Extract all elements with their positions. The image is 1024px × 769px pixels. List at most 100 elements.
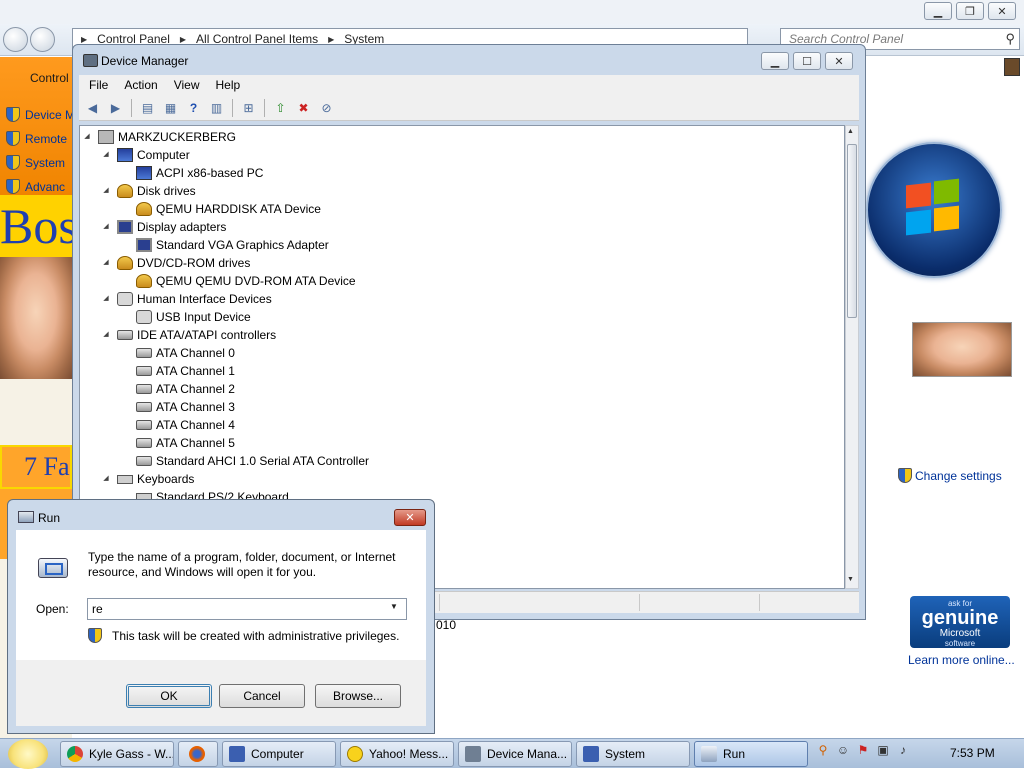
dm-vertical-scrollbar[interactable]: ▲ ▼ xyxy=(845,125,859,589)
dm-minimize-button[interactable]: ▁ xyxy=(761,52,789,70)
action-pane-icon[interactable]: ▥ xyxy=(207,99,226,117)
tree-expander-icon[interactable]: ◢ xyxy=(101,222,111,230)
search-icon[interactable]: ⚲ xyxy=(816,743,830,757)
partial-date-text: 010 xyxy=(436,618,457,632)
dm-close-button[interactable]: ✕ xyxy=(825,52,853,70)
change-settings-link[interactable]: Change settings xyxy=(898,468,1002,483)
tree-category[interactable]: DVD/CD-ROM drives xyxy=(117,254,250,272)
monitor-icon xyxy=(117,220,133,234)
task-chrome[interactable]: Kyle Gass - W... xyxy=(60,741,174,767)
tree-device[interactable]: USB Input Device xyxy=(136,308,251,326)
task-yahoo-label: Yahoo! Mess... xyxy=(369,747,449,761)
scan-hardware-icon[interactable]: ⊞ xyxy=(239,99,258,117)
forward-arrow-icon[interactable]: ▶ xyxy=(106,99,125,117)
tree-expander-icon[interactable]: ◢ xyxy=(101,330,111,338)
menu-action[interactable]: Action xyxy=(118,78,163,92)
tree-device[interactable]: ATA Channel 5 xyxy=(136,434,235,452)
network-icon[interactable]: ▣ xyxy=(876,743,890,757)
cp-close-button[interactable]: ✕ xyxy=(988,2,1016,20)
task-yahoo-messenger[interactable]: Yahoo! Mess... xyxy=(340,741,454,767)
menu-file[interactable]: File xyxy=(83,78,114,92)
tree-device[interactable]: ATA Channel 2 xyxy=(136,380,235,398)
disable-device-icon[interactable]: ⊘ xyxy=(317,99,336,117)
uac-shield-icon xyxy=(898,468,912,483)
cp-titlebar: ▁ ❐ ✕ xyxy=(0,0,1024,24)
search-icon[interactable]: ⚲ xyxy=(1005,31,1015,47)
advanced-settings-link[interactable]: Advanc xyxy=(6,179,65,194)
scroll-up-icon[interactable]: ▲ xyxy=(847,128,854,135)
chevron-down-icon[interactable]: ▼ xyxy=(390,602,398,611)
forward-button[interactable] xyxy=(30,27,55,52)
windows-flag-yellow xyxy=(934,205,959,232)
tree-category[interactable]: IDE ATA/ATAPI controllers xyxy=(117,326,276,344)
scrollbar-thumb[interactable] xyxy=(847,144,857,318)
browse-button[interactable]: Browse... xyxy=(315,684,401,708)
run-close-button[interactable]: ✕ xyxy=(394,509,426,526)
control-panel-home-link[interactable]: Control xyxy=(30,71,69,85)
ide-icon xyxy=(136,438,152,448)
cancel-button[interactable]: Cancel xyxy=(219,684,305,708)
scroll-down-icon[interactable]: ▼ xyxy=(847,576,854,583)
tree-device[interactable]: Standard AHCI 1.0 Serial ATA Controller xyxy=(136,452,369,470)
tree-category[interactable]: Computer xyxy=(117,146,190,164)
uninstall-icon[interactable]: ✖ xyxy=(294,99,313,117)
update-driver-icon[interactable]: ⇧ xyxy=(271,99,290,117)
menu-help[interactable]: Help xyxy=(210,78,247,92)
action-center-icon[interactable]: ⚑ xyxy=(856,743,870,757)
tree-device[interactable]: Standard VGA Graphics Adapter xyxy=(136,236,329,254)
remote-settings-link[interactable]: Remote xyxy=(6,131,67,146)
task-firefox[interactable] xyxy=(178,741,218,767)
tree-device[interactable]: ATA Channel 0 xyxy=(136,344,235,362)
dm-titlebar[interactable]: Device Manager ▁ ☐ ✕ xyxy=(73,45,865,75)
task-run[interactable]: Run xyxy=(694,741,808,767)
learn-more-link[interactable]: Learn more online... xyxy=(908,653,1015,667)
volume-icon[interactable]: ♪ xyxy=(896,743,910,757)
clock[interactable]: 7:53 PM xyxy=(950,746,995,760)
tree-label: Computer xyxy=(137,148,190,162)
cp-restore-button[interactable]: ❐ xyxy=(956,2,984,20)
tree-category[interactable]: Disk drives xyxy=(117,182,196,200)
tree-category[interactable]: Display adapters xyxy=(117,218,226,236)
cp-minimize-button[interactable]: ▁ xyxy=(924,2,952,20)
back-arrow-icon[interactable]: ◀ xyxy=(83,99,102,117)
tree-expander-icon[interactable]: ◢ xyxy=(101,186,111,194)
tree-expander-icon[interactable]: ◢ xyxy=(101,294,111,302)
tree-device[interactable]: ATA Channel 1 xyxy=(136,362,235,380)
task-device-manager[interactable]: Device Mana... xyxy=(458,741,572,767)
start-button[interactable] xyxy=(8,739,48,769)
windows-flag-blue xyxy=(906,209,931,236)
system-protection-link[interactable]: System xyxy=(6,155,65,170)
tree-root[interactable]: MARKZUCKERBERG xyxy=(98,128,236,146)
toolbar-separator xyxy=(131,98,132,117)
tree-expander-icon[interactable]: ◢ xyxy=(101,258,111,266)
open-input[interactable] xyxy=(87,598,407,620)
tree-device[interactable]: QEMU HARDDISK ATA Device xyxy=(136,200,321,218)
smiley-icon[interactable]: ☺ xyxy=(836,743,850,757)
tree-expander-icon[interactable]: ◢ xyxy=(82,132,92,140)
tree-category[interactable]: Human Interface Devices xyxy=(117,290,272,308)
help-icon[interactable] xyxy=(1004,58,1020,76)
task-system[interactable]: System xyxy=(576,741,690,767)
tree-label: Display adapters xyxy=(137,220,227,234)
tree-device[interactable]: ATA Channel 3 xyxy=(136,398,235,416)
task-computer[interactable]: Computer xyxy=(222,741,336,767)
properties-icon[interactable]: ▦ xyxy=(161,99,180,117)
ok-button[interactable]: OK xyxy=(126,684,212,708)
chrome-icon xyxy=(67,746,83,762)
oem-logo-photo xyxy=(912,322,1012,377)
tree-label: Keyboards xyxy=(137,472,195,486)
back-button[interactable] xyxy=(3,27,28,52)
task-system-label: System xyxy=(605,747,646,761)
tree-device[interactable]: QEMU QEMU DVD-ROM ATA Device xyxy=(136,272,356,290)
tree-device[interactable]: ATA Channel 4 xyxy=(136,416,235,434)
dm-maximize-button[interactable]: ☐ xyxy=(793,52,821,70)
menu-view[interactable]: View xyxy=(168,78,206,92)
show-hide-console-tree-icon[interactable]: ▤ xyxy=(138,99,157,117)
tree-expander-icon[interactable]: ◢ xyxy=(101,150,111,158)
tree-device[interactable]: ACPI x86-based PC xyxy=(136,164,263,182)
tree-expander-icon[interactable]: ◢ xyxy=(101,474,111,482)
address-separator-icon: ▶ xyxy=(179,34,187,44)
device-manager-link[interactable]: Device M xyxy=(6,107,72,122)
help-book-icon[interactable]: ? xyxy=(184,99,203,117)
tree-category[interactable]: Keyboards xyxy=(117,470,194,488)
